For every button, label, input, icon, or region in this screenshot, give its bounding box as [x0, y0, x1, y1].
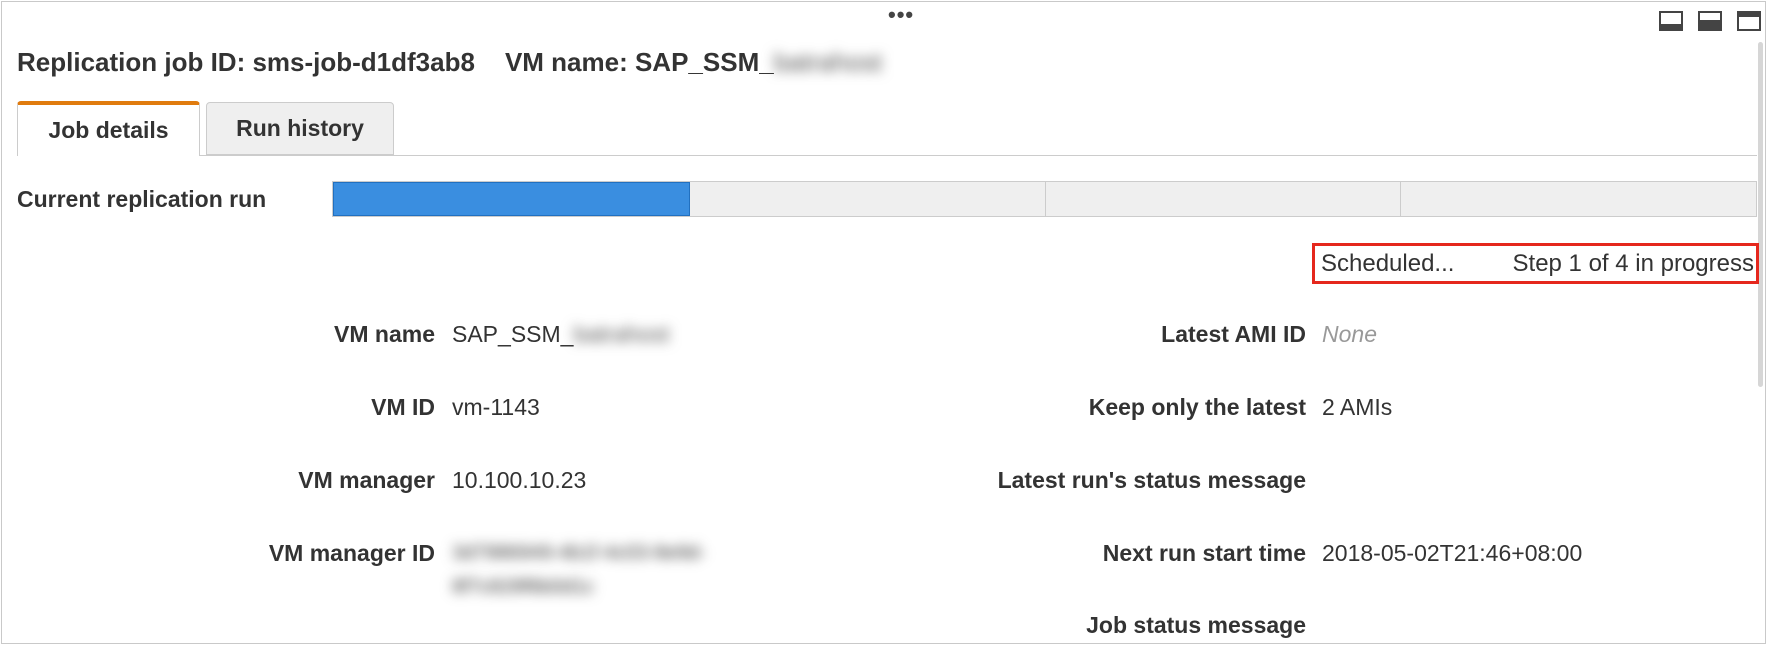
panel-layout-buttons	[1659, 11, 1761, 31]
split-panel-icon-fill	[1700, 20, 1720, 29]
replication-status-text: Scheduled...	[1321, 249, 1455, 277]
minimize-panel-icon[interactable]	[1659, 11, 1683, 31]
page-title: Replication job ID: sms-job-d1df3ab8 VM n…	[17, 47, 882, 78]
vm-manager-id-redacted-line1: 3d7986949-4b1f-4c03-8e9d-	[452, 542, 706, 564]
replication-step-text: Step 1 of 4 in progress	[1512, 249, 1754, 277]
job-id-title: Replication job ID: sms-job-d1df3ab8	[17, 47, 475, 77]
vm-name-value: SAP_SSM_batrahost	[452, 321, 669, 348]
replication-progress-bar	[332, 181, 1757, 217]
vm-id-label: VM ID	[371, 394, 435, 420]
next-run-start-value: 2018-05-02T21:46+08:00	[1322, 540, 1583, 566]
tab-run-history[interactable]: Run history	[206, 102, 394, 155]
panel-resize-handle[interactable]: •••	[888, 4, 914, 26]
vm-name-value-redacted: batrahost	[573, 321, 670, 347]
vertical-scrollbar[interactable]	[1758, 42, 1763, 387]
current-replication-run-label: Current replication run	[17, 186, 267, 212]
progress-step-4	[1401, 182, 1756, 216]
vm-name-title: VM name: SAP_SSM_	[504, 47, 774, 77]
keep-latest-label: Keep only the latest	[1088, 394, 1306, 420]
vm-name-label: VM name	[334, 321, 435, 347]
minimize-panel-icon-fill	[1661, 24, 1681, 29]
vm-name-redacted: batrahost	[773, 47, 883, 77]
vm-manager-id-label: VM manager ID	[268, 540, 435, 566]
progress-step-3	[1046, 182, 1402, 216]
replication-status-highlight: Scheduled... Step 1 of 4 in progress	[1312, 243, 1759, 284]
progress-step-1	[333, 182, 690, 216]
latest-run-status-label: Latest run's status message	[997, 467, 1306, 493]
vm-name-value-text: SAP_SSM_	[452, 321, 574, 347]
tab-bar: Job details Run history	[17, 101, 1757, 156]
vm-id-value: vm-1143	[452, 394, 540, 420]
vm-manager-label: VM manager	[298, 467, 435, 493]
keep-latest-value: 2 AMIs	[1322, 394, 1393, 420]
maximize-panel-icon-fill	[1739, 13, 1759, 17]
split-panel-icon[interactable]	[1698, 11, 1722, 31]
maximize-panel-icon[interactable]	[1737, 11, 1761, 31]
vm-manager-value: 10.100.10.23	[452, 467, 587, 493]
vm-manager-id-redacted-line2: 8f7c828f6b0d1c	[452, 576, 595, 598]
tab-job-details[interactable]: Job details	[17, 101, 200, 156]
job-status-message-label: Job status message	[1086, 612, 1306, 638]
next-run-start-label: Next run start time	[1102, 540, 1306, 566]
latest-ami-id-label: Latest AMI ID	[1161, 321, 1306, 347]
latest-ami-id-value: None	[1322, 321, 1377, 347]
progress-step-2	[690, 182, 1046, 216]
